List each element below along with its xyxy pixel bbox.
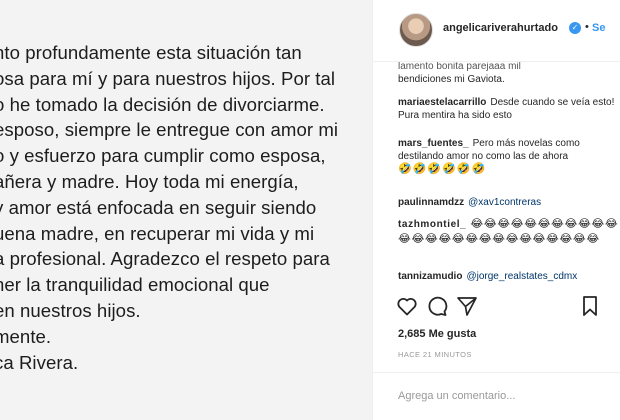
- comment-username[interactable]: tazhmontiel_: [398, 219, 466, 230]
- comment-icon[interactable]: [425, 294, 449, 318]
- post-header: angelicariverahurtado ✓ • Se: [373, 0, 620, 62]
- comment-username[interactable]: paulinnamdzz: [398, 197, 464, 208]
- post-text-line: o y esfuerzo para cumplir como esposa,: [0, 145, 326, 167]
- action-bar: [373, 288, 620, 324]
- likes-count[interactable]: 2,685 Me gusta: [398, 328, 476, 340]
- post-timestamp[interactable]: HACE 21 MINUTOS: [398, 350, 472, 359]
- post-text-line: añera y madre. Hoy toda mi energía,: [0, 170, 299, 192]
- heart-icon[interactable]: [395, 294, 419, 318]
- post-text-line: uena madre, en recuperar mi vida y mi: [0, 222, 315, 244]
- comment-input[interactable]: [398, 387, 598, 405]
- verified-badge-icon: ✓: [569, 22, 581, 34]
- comment-mention-link[interactable]: @jorge_realstates_cdmx: [466, 271, 577, 282]
- comment-text: bendiciones mi Gaviota.: [398, 74, 505, 85]
- avatar[interactable]: [399, 13, 433, 47]
- comment-item: tazhmontiel_ 😂😂😂😂😂😂😂😂😂😂😂😂😂😂😂😂😂😂😂😂😂😂😂😂😂😂: [398, 217, 620, 247]
- post-text-line: o he tomado la decisión de divorciarme.: [0, 93, 325, 115]
- post-text-line: osa para mí y para nuestros hijos. Por t…: [0, 67, 336, 89]
- post-text-line: a profesional. Agradezco el respeto para: [0, 248, 330, 270]
- comment-emoji-line: 🤣🤣🤣🤣🤣🤣: [398, 163, 620, 176]
- post-image-text: nto profundamente esta situación tan osa…: [0, 40, 372, 375]
- follow-button[interactable]: Se: [592, 22, 605, 34]
- comment-item: lamento bonita parejaaa mil: [398, 62, 620, 73]
- comment-username[interactable]: mars_fuentes_: [398, 138, 469, 149]
- post-text-line: mente.: [0, 325, 52, 347]
- comments-list: lamento bonita parejaaa mil bendiciones …: [373, 62, 620, 288]
- post-text-line: ca Rivera.: [0, 351, 79, 373]
- post-image: nto profundamente esta situación tan osa…: [0, 0, 372, 420]
- post-text-line: en nuestros hijos.: [0, 299, 141, 321]
- post-text-line: esposo, siempre le entregue con amor mi: [0, 119, 339, 141]
- comment-item: mars_fuentes_ Pero más novelas como desti…: [398, 137, 620, 163]
- share-icon[interactable]: [455, 294, 479, 318]
- comment-username[interactable]: mariaestelacarrillo: [398, 97, 486, 108]
- comment-item: bendiciones mi Gaviota.: [398, 73, 620, 86]
- post-sidebar: angelicariverahurtado ✓ • Se lamento bon…: [373, 0, 620, 420]
- username-link[interactable]: angelicariverahurtado: [443, 22, 558, 34]
- comment-item: mariaestelacarrillo Desde cuando se veía …: [398, 96, 620, 122]
- comment-text: 🤣🤣🤣🤣🤣🤣: [398, 163, 487, 175]
- comment-item: paulinnamdzz @xav1contreras: [398, 196, 620, 209]
- separator-dot: •: [585, 21, 589, 33]
- comment-mention-link[interactable]: @xav1contreras: [468, 197, 541, 208]
- bookmark-icon[interactable]: [578, 294, 602, 318]
- post-text-line: y amor está enfocada en seguir siendo: [0, 196, 317, 218]
- add-comment-bar: [373, 372, 620, 420]
- comment-username[interactable]: tannizamudio: [398, 271, 462, 282]
- post-text-line: ner la tranquilidad emocional que: [0, 274, 270, 296]
- post-text-line: nto profundamente esta situación tan: [0, 42, 302, 63]
- comment-text: lamento bonita parejaaa mil: [398, 62, 521, 72]
- comment-item: tannizamudio @jorge_realstates_cdmx: [398, 270, 620, 283]
